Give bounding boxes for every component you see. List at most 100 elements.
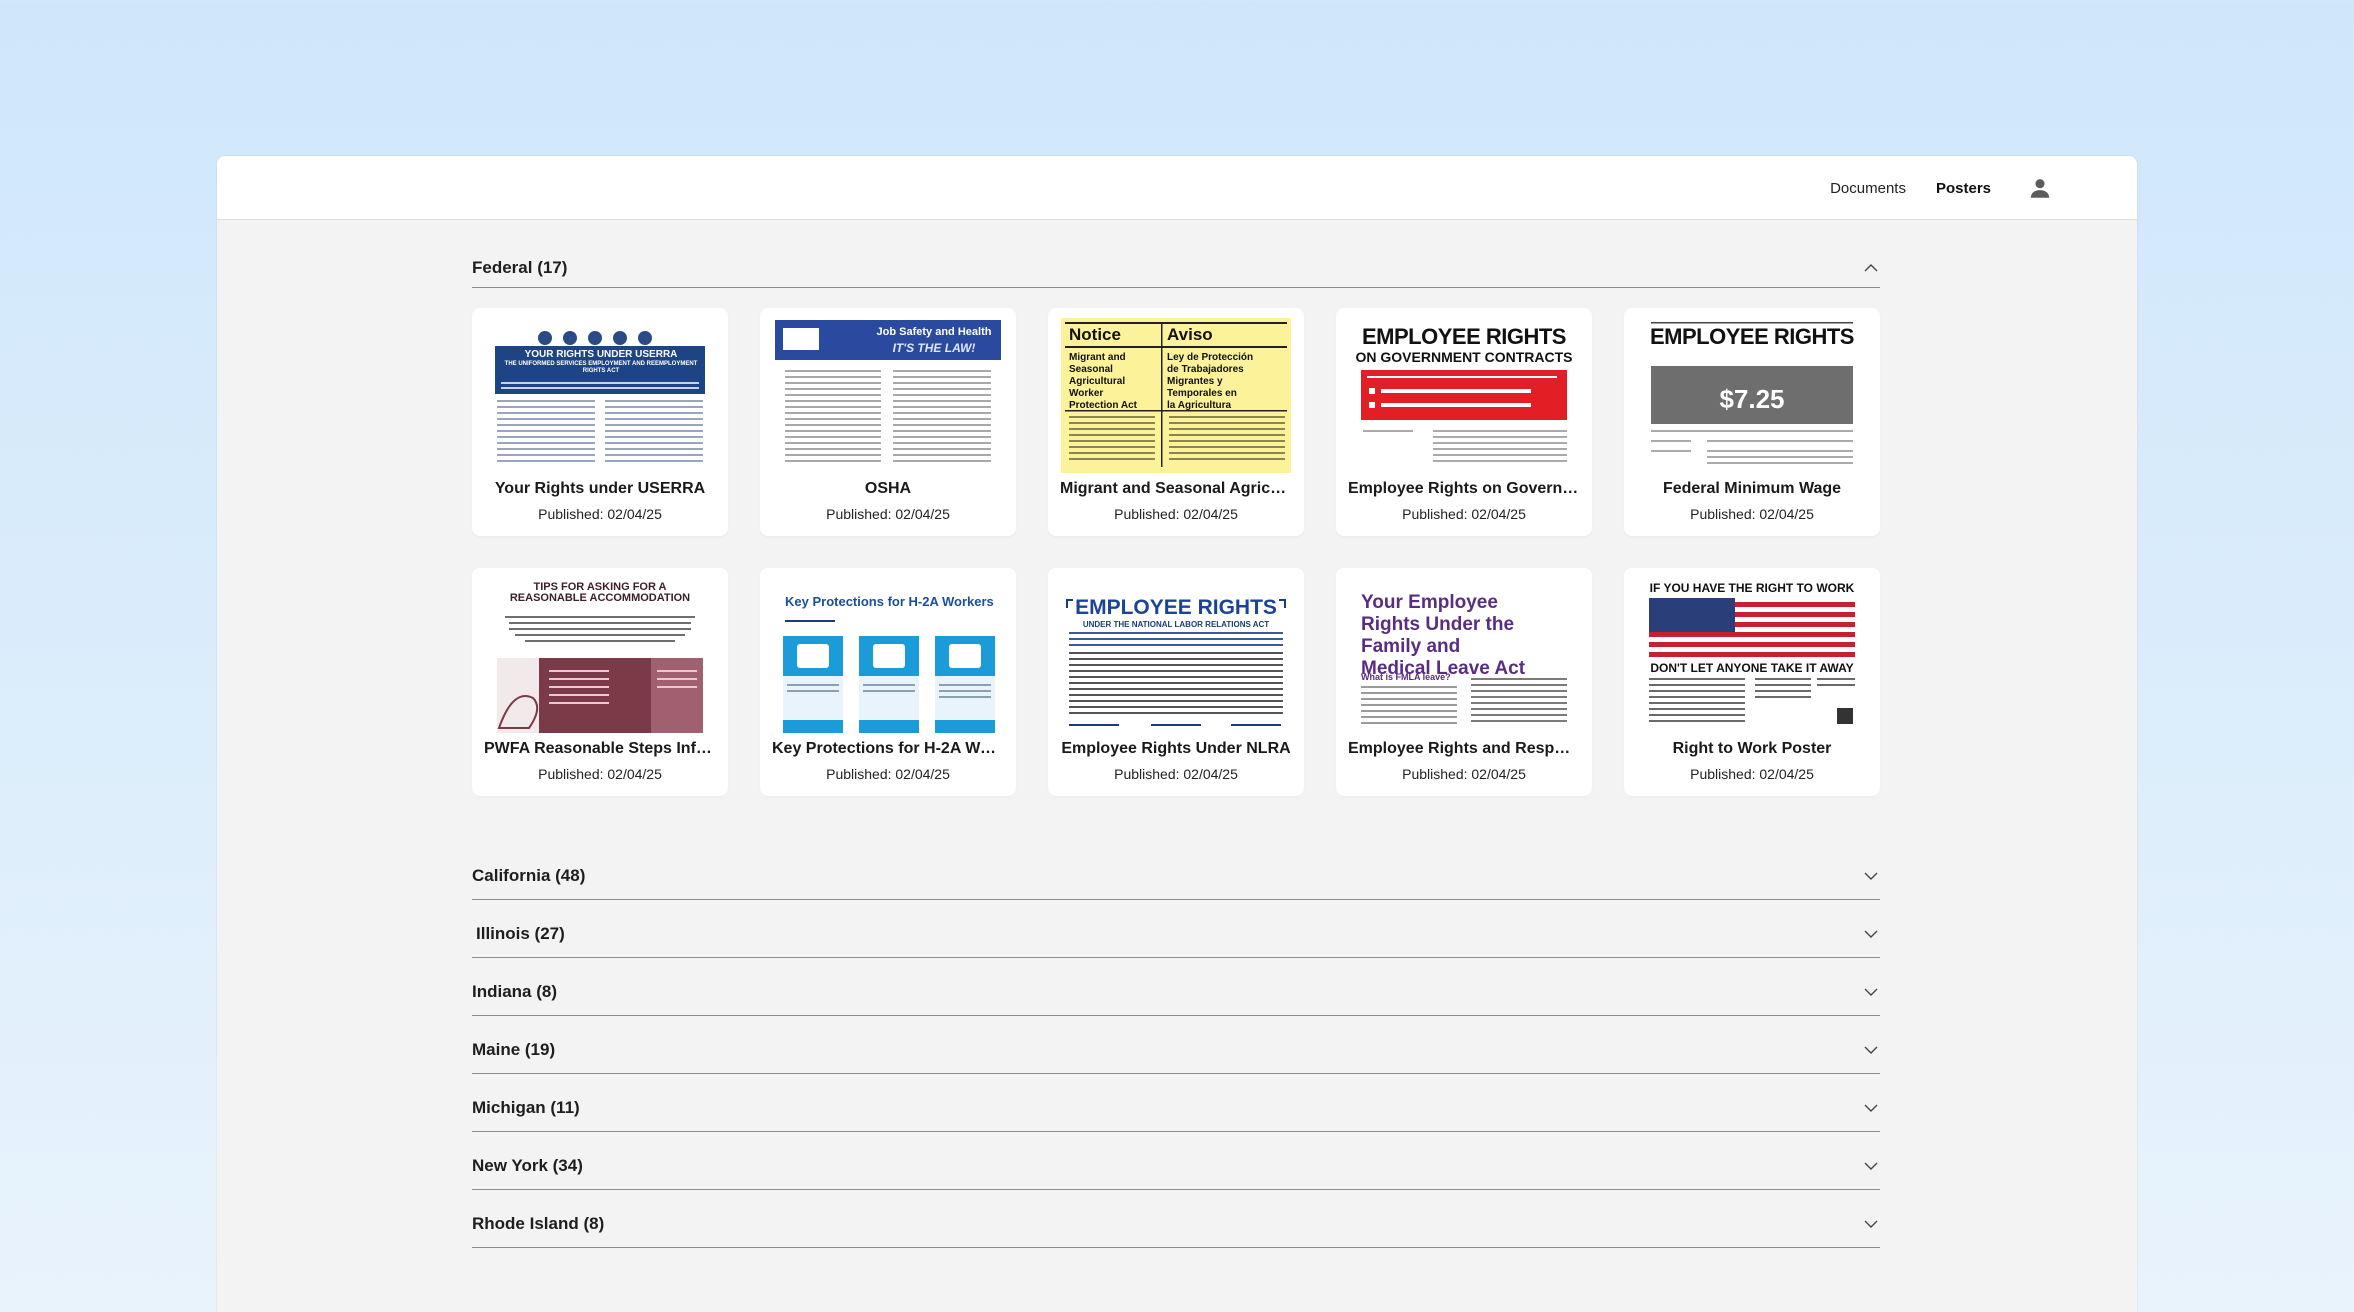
section-title: Illinois (27) — [476, 923, 565, 943]
section-maine: Maine (19) — [472, 1016, 1880, 1074]
poster-subheadline: IT'S THE LAW! — [892, 341, 976, 355]
section-header-maine[interactable]: Maine (19) — [472, 1016, 1880, 1074]
svg-text:Agricultural: Agricultural — [1069, 376, 1125, 387]
poster-thumbnail: Migrant and Seasonal Agricultural Worker Pro… — [1061, 318, 1291, 473]
poster-published-date: Published: 02/04/25 — [1114, 766, 1238, 782]
section-california: California (48) — [472, 842, 1880, 900]
poster-card[interactable]: EMPLOYEE RIGHTS ON GOVERNMENT CONTRACTS … — [1336, 308, 1592, 536]
app-window: Documents Posters Federal (17) YOUR RIGH… — [217, 156, 2137, 1312]
section-title: California (48) — [472, 865, 586, 885]
poster-headline: Key Protections for H-2A Workers — [785, 594, 994, 609]
poster-subheadline: UNDER THE NATIONAL LABOR RELATIONS ACT — [1082, 620, 1270, 629]
chevron-down-icon[interactable] — [1862, 1041, 1880, 1059]
poster-subheadline: DON'T LET ANYONE TAKE IT AWAY — [1650, 661, 1854, 675]
poster-thumbnail: Job Safety and Health IT'S THE LAW! — [773, 318, 1003, 473]
poster-title: OSHA — [864, 480, 912, 497]
poster-card[interactable]: Your Employee Rights Under the Family an… — [1336, 568, 1592, 796]
poster-thumbnail: TIPS FOR ASKING FOR A REASONABLE ACCOMMO… — [485, 578, 715, 733]
poster-title: Employee Rights on Governme... — [1348, 480, 1580, 497]
poster-published-date: Published: 02/04/25 — [1402, 506, 1526, 522]
svg-text:Temporales en: Temporales en — [1167, 388, 1237, 399]
poster-card[interactable]: EMPLOYEE RIGHTS $7.25 Federal Minimum Wa… — [1624, 308, 1880, 536]
poster-grid: YOUR RIGHTS UNDER USERRA THE UNIFORMED S… — [472, 308, 1880, 796]
poster-subheadline: $7.25 — [1719, 384, 1785, 414]
section-title: Maine (19) — [472, 1039, 556, 1059]
svg-text:Migrantes y: Migrantes y — [1167, 376, 1223, 387]
poster-card[interactable]: Key Protections for H-2A Workers Key Pro… — [760, 568, 1016, 796]
section-header-federal[interactable]: Federal (17) — [472, 248, 1880, 288]
svg-text:Migrant and: Migrant and — [1069, 352, 1126, 363]
section-new-york: New York (34) — [472, 1132, 1880, 1190]
svg-text:Seasonal: Seasonal — [1069, 364, 1113, 375]
poster-thumbnail: EMPLOYEE RIGHTS ON GOVERNMENT CONTRACTS — [1349, 318, 1579, 473]
svg-text:de Trabajadores: de Trabajadores — [1167, 364, 1244, 375]
section-illinois: Illinois (27) — [472, 900, 1880, 958]
svg-text:la Agricultura: la Agricultura — [1167, 400, 1232, 411]
poster-title: Your Rights under USERRA — [494, 480, 706, 497]
poster-card[interactable]: EMPLOYEE RIGHTS UNDER THE NATIONAL LABOR… — [1048, 568, 1304, 796]
section-title: Federal (17) — [472, 257, 568, 277]
svg-text:Protection Act: Protection Act — [1069, 400, 1138, 411]
user-account-icon[interactable] — [2027, 175, 2053, 201]
chevron-down-icon[interactable] — [1862, 983, 1880, 1001]
section-header-new-york[interactable]: New York (34) — [472, 1132, 1880, 1190]
nav-documents-link[interactable]: Documents — [1830, 180, 1906, 197]
poster-title: PWFA Reasonable Steps Info... — [484, 740, 716, 757]
poster-headline: IF YOU HAVE THE RIGHT TO WORK — [1649, 581, 1855, 595]
section-federal: Federal (17) YOUR RIGHTS UNDER USERRA TH… — [472, 248, 1880, 796]
poster-headline: Your Employee Rights Under the Family an… — [1361, 592, 1526, 679]
section-header-rhode-island[interactable]: Rhode Island (8) — [472, 1190, 1880, 1248]
section-rhode-island: Rhode Island (8) — [472, 1190, 1880, 1248]
poster-thumbnail: Your Employee Rights Under the Family an… — [1349, 578, 1579, 733]
main-nav: Documents Posters — [1830, 156, 2053, 220]
section-title: Michigan (11) — [472, 1097, 580, 1117]
poster-published-date: Published: 02/04/25 — [1402, 766, 1526, 782]
poster-title: Employee Rights and Respons... — [1348, 740, 1580, 757]
chevron-down-icon[interactable] — [1862, 1099, 1880, 1117]
poster-title: Migrant and Seasonal Agricul... — [1060, 480, 1292, 497]
poster-title: Federal Minimum Wage — [1662, 480, 1842, 497]
poster-card[interactable]: Job Safety and Health IT'S THE LAW! OSHA… — [760, 308, 1016, 536]
userra-poster-image — [493, 324, 707, 462]
chevron-down-icon[interactable] — [1862, 867, 1880, 885]
poster-card[interactable]: Migrant and Seasonal Agricultural Worker Pro… — [1048, 308, 1304, 536]
poster-subheadline: Aviso — [1167, 325, 1213, 344]
section-title: Indiana (8) — [472, 981, 558, 1001]
poster-card[interactable]: YOUR RIGHTS UNDER USERRA THE UNIFORMED S… — [472, 308, 728, 536]
poster-title: Employee Rights Under NLRA — [1061, 740, 1291, 757]
poster-thumbnail: EMPLOYEE RIGHTS UNDER THE NATIONAL LABOR… — [1061, 578, 1291, 733]
poster-thumbnail: IF YOU HAVE THE RIGHT TO WORK DON'T LET … — [1637, 578, 1867, 733]
poster-headline: EMPLOYEE RIGHTS — [1650, 324, 1854, 349]
chevron-down-icon[interactable] — [1862, 925, 1880, 943]
poster-subheadline: ON GOVERNMENT CONTRACTS — [1355, 349, 1573, 365]
section-header-illinois[interactable]: Illinois (27) — [472, 900, 1880, 958]
poster-thumbnail: Key Protections for H-2A Workers — [773, 578, 1003, 733]
posters-content: Federal (17) YOUR RIGHTS UNDER USERRA TH… — [472, 248, 1880, 1248]
poster-published-date: Published: 02/04/25 — [1690, 506, 1814, 522]
nav-posters-link[interactable]: Posters — [1936, 180, 1991, 197]
poster-headline: EMPLOYEE RIGHTS — [1075, 596, 1277, 619]
poster-published-date: Published: 02/04/25 — [538, 766, 662, 782]
svg-text:Ley de Protección: Ley de Protección — [1167, 352, 1253, 363]
poster-published-date: Published: 02/04/25 — [1114, 506, 1238, 522]
chevron-down-icon[interactable] — [1862, 1215, 1880, 1233]
poster-subheadline: THE UNIFORMED SERVICES EMPLOYMENT AND RE… — [504, 361, 698, 374]
section-header-indiana[interactable]: Indiana (8) — [472, 958, 1880, 1016]
poster-headline: EMPLOYEE RIGHTS — [1362, 324, 1566, 349]
section-header-california[interactable]: California (48) — [472, 842, 1880, 900]
chevron-up-icon[interactable] — [1862, 259, 1880, 277]
poster-headline: YOUR RIGHTS UNDER USERRA — [524, 349, 678, 360]
poster-published-date: Published: 02/04/25 — [538, 506, 662, 522]
poster-card[interactable]: TIPS FOR ASKING FOR A REASONABLE ACCOMMO… — [472, 568, 728, 796]
poster-headline: Notice — [1069, 325, 1121, 344]
right-to-work-poster-image — [1649, 598, 1855, 724]
top-navigation-bar: Documents Posters — [217, 156, 2137, 220]
poster-published-date: Published: 02/04/25 — [1690, 766, 1814, 782]
section-title: New York (34) — [472, 1155, 583, 1175]
poster-title: Key Protections for H-2A Wor... — [772, 740, 1004, 757]
chevron-down-icon[interactable] — [1862, 1157, 1880, 1175]
poster-headline: Job Safety and Health — [876, 326, 992, 338]
poster-card[interactable]: IF YOU HAVE THE RIGHT TO WORK DON'T LET … — [1624, 568, 1880, 796]
poster-thumbnail: EMPLOYEE RIGHTS $7.25 — [1637, 318, 1867, 473]
section-header-michigan[interactable]: Michigan (11) — [472, 1074, 1880, 1132]
